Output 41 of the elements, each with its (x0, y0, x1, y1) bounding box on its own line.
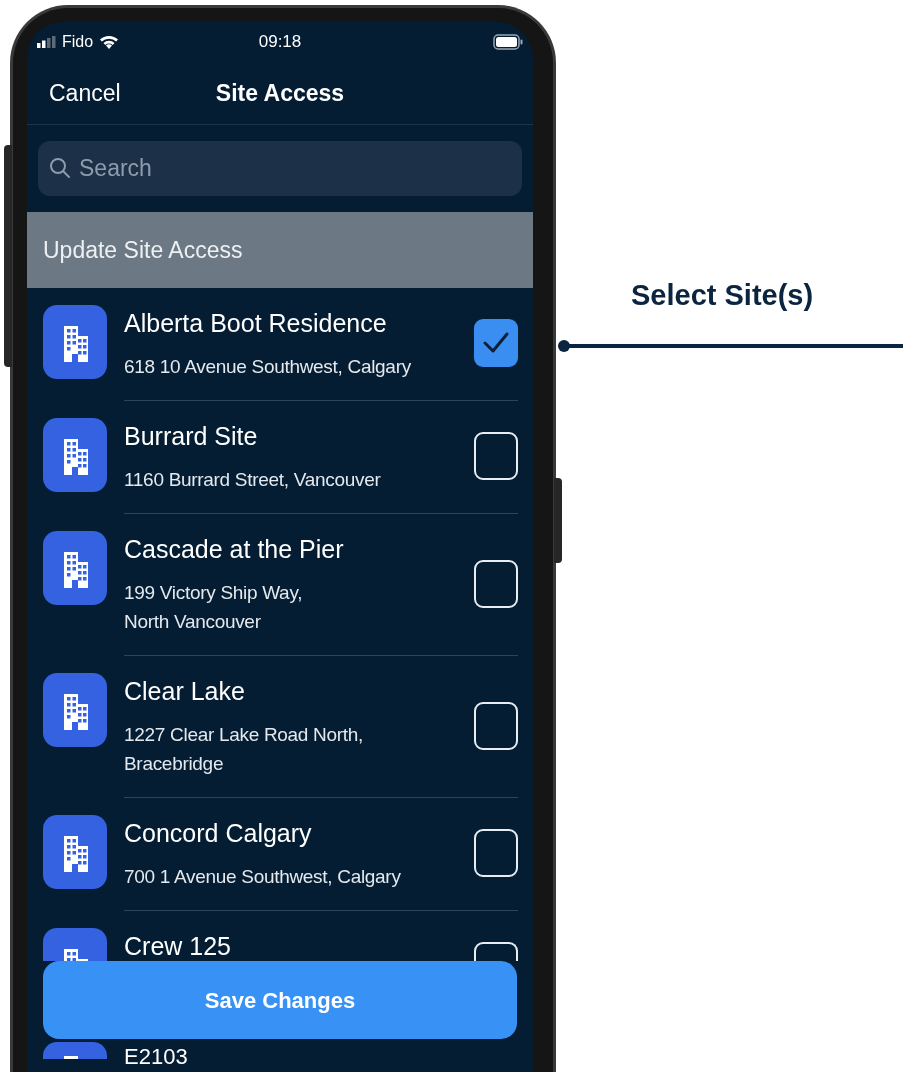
site-address: 199 Victory Ship Way, North Vancouver (124, 581, 304, 634)
building-icon (43, 673, 107, 747)
checkbox[interactable] (474, 829, 518, 877)
annotation-label: Select Site(s) (631, 278, 815, 313)
section-title: Update Site Access (43, 235, 243, 265)
site-name: Cascade at the Pier (124, 534, 345, 564)
signal-icon (37, 36, 57, 48)
building-icon (43, 928, 107, 961)
checkbox[interactable] (474, 319, 518, 367)
site-list-item[interactable]: Cascade at the Pier 199 Victory Ship Way, North Vancouver (27, 514, 533, 656)
site-list-item[interactable]: Concord Calgary 700 1 Avenue Southwest, Calgary (27, 798, 533, 911)
site-name: Clear Lake (124, 676, 246, 706)
site-address: 1227 Clear Lake Road North, Bracebridge (124, 723, 365, 776)
site-name: Concord Calgary (124, 818, 313, 848)
status-time: 09:18 (258, 31, 302, 54)
search-icon (49, 157, 71, 179)
building-icon (43, 1042, 107, 1059)
building-icon (43, 305, 107, 379)
building-icon (43, 418, 107, 492)
site-list-item[interactable]: Alberta Boot Residence 618 10 Avenue Southwest, Calgary (27, 288, 533, 401)
battery-icon (493, 34, 523, 50)
building-icon (43, 531, 107, 605)
carrier-name: Fido (62, 32, 94, 52)
site-address: 700 1 Avenue Southwest, Calgary (124, 865, 402, 889)
checkbox[interactable] (474, 559, 518, 608)
building-icon (43, 815, 107, 889)
check-icon (482, 331, 510, 355)
site-name: Burrard Site (124, 421, 259, 451)
search-field[interactable]: Search (38, 141, 522, 196)
site-address: 618 10 Avenue Southwest, Calgary (124, 355, 412, 379)
site-address: 1160 Burrard Street, Vancouver (124, 468, 382, 492)
cancel-button[interactable]: Cancel (49, 75, 121, 111)
site-list-item[interactable]: Burrard Site 1160 Burrard Street, Vancouver (27, 401, 533, 514)
site-name: Crew 125 (124, 931, 232, 961)
site-name: E2103 (124, 1045, 188, 1069)
checkbox[interactable] (474, 432, 518, 480)
site-name: Alberta Boot Residence (124, 308, 388, 338)
screen-title: Site Access (215, 78, 345, 108)
checkbox[interactable] (474, 701, 518, 750)
wifi-icon (99, 34, 120, 50)
site-list-item[interactable]: Clear Lake 1227 Clear Lake Road North, Bracebridge (27, 656, 533, 798)
